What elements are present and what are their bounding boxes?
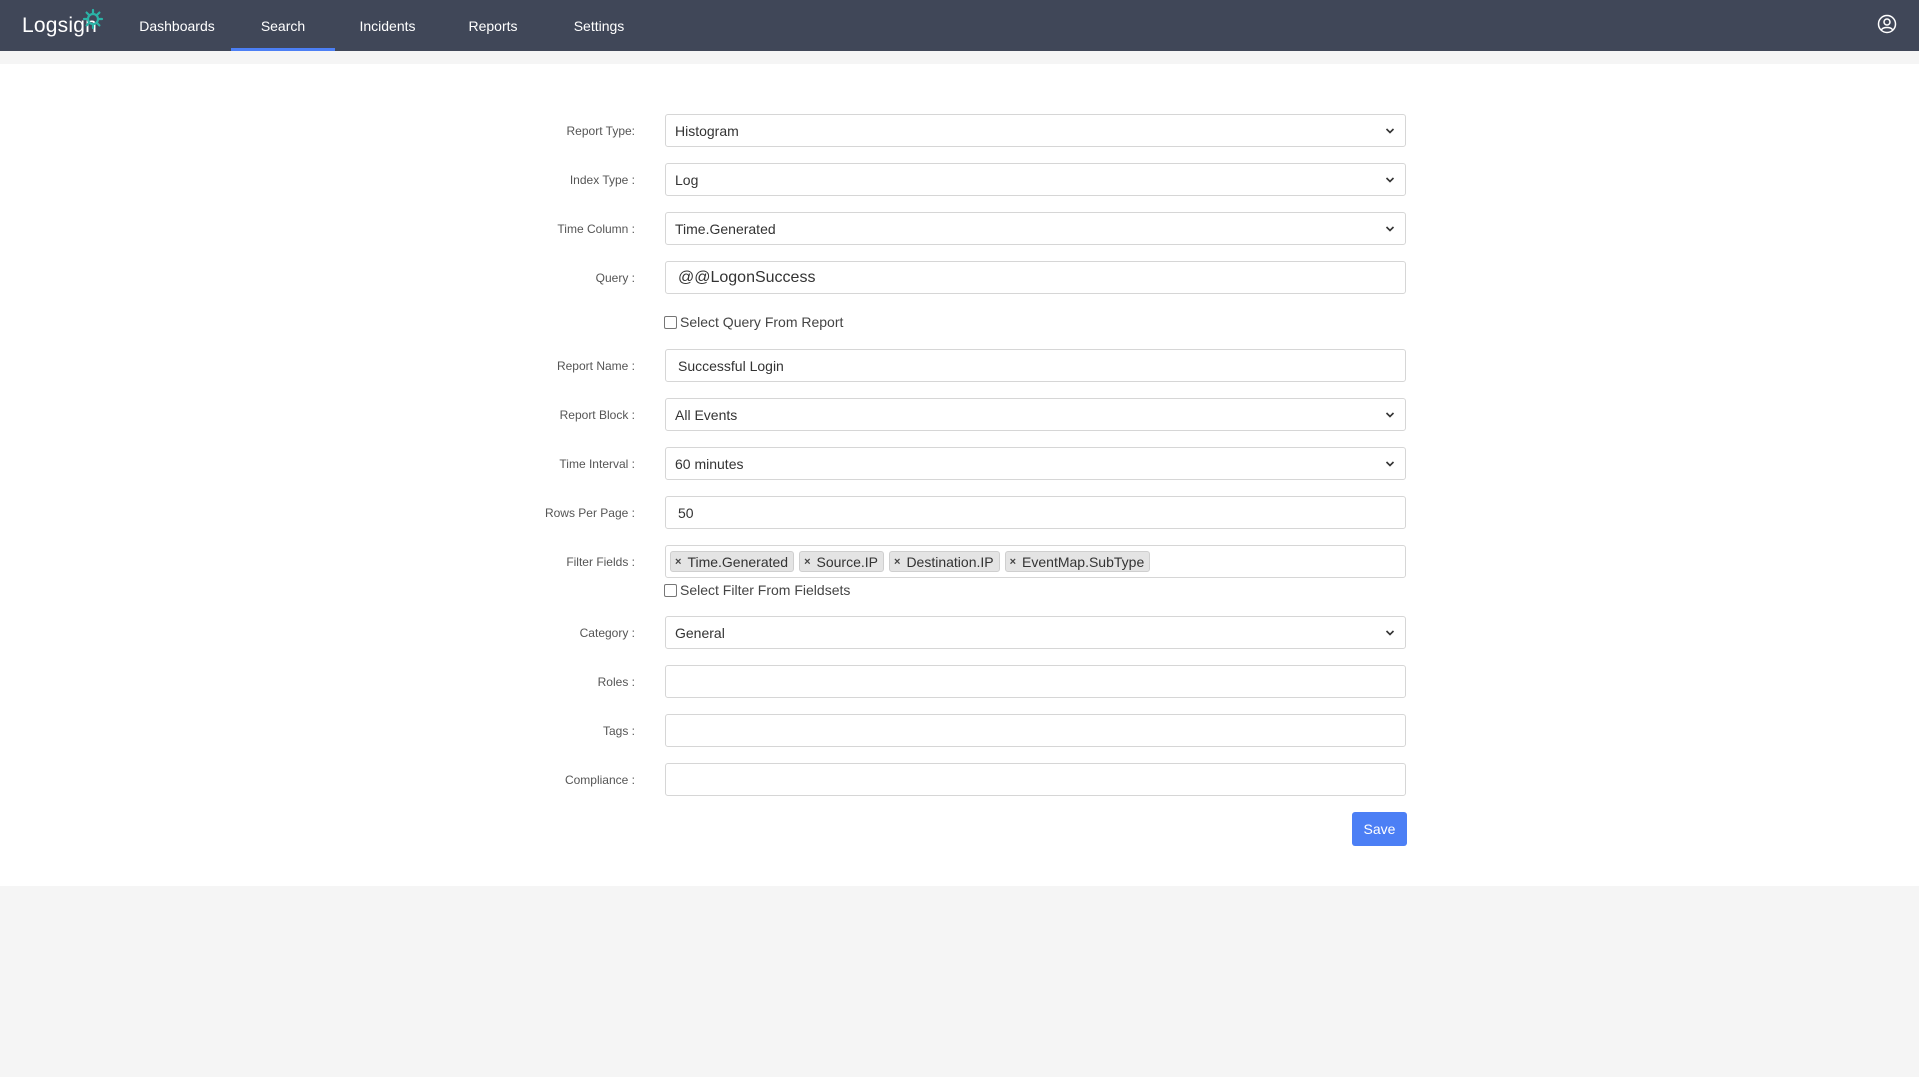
user-circle-icon[interactable]	[1877, 14, 1897, 34]
gear-icon	[82, 8, 104, 30]
filter-tag-label: Source.IP	[816, 553, 878, 570]
chevron-down-icon	[1385, 412, 1395, 418]
report-type-value: Histogram	[675, 122, 739, 139]
nav-item-label: Dashboards	[139, 17, 215, 34]
rows-per-page-value: 50	[678, 504, 694, 521]
time-interval-label: Time Interval :	[559, 457, 635, 471]
close-icon[interactable]: ×	[675, 556, 681, 568]
filter-tag: × Source.IP	[799, 551, 884, 572]
report-type-select[interactable]: Histogram	[665, 114, 1406, 147]
report-name-label: Report Name :	[556, 359, 635, 373]
filter-tag: × Destination.IP	[889, 551, 1000, 572]
chevron-down-icon	[1385, 177, 1395, 183]
chevron-down-icon	[1385, 461, 1395, 467]
report-block-value: All Events	[675, 406, 738, 423]
tags-input[interactable]	[665, 714, 1406, 747]
nav-item-search[interactable]: Search	[231, 0, 335, 51]
category-value: General	[675, 624, 725, 641]
query-input[interactable]: @@LogonSuccess	[665, 261, 1406, 294]
nav-item-label: Search	[260, 17, 306, 34]
nav-item-settings[interactable]: Settings	[546, 0, 652, 51]
select-filter-from-fieldsets: Select Filter From Fieldsets	[664, 582, 850, 598]
index-type-select[interactable]: Log	[665, 163, 1406, 196]
time-interval-select[interactable]: 60 minutes	[665, 447, 1406, 480]
filter-tag: × EventMap.SubType	[1004, 551, 1151, 572]
nav-item-label: Settings	[573, 17, 625, 34]
compliance-label: Compliance :	[564, 773, 635, 787]
nav-item-label: Reports	[468, 17, 518, 34]
close-icon[interactable]: ×	[804, 556, 810, 568]
save-button[interactable]: Save	[1352, 812, 1407, 846]
close-icon[interactable]: ×	[894, 556, 900, 568]
select-query-from-report: Select Query From Report	[664, 314, 843, 330]
report-block-select[interactable]: All Events	[665, 398, 1406, 431]
filter-fields-input[interactable]: × Time.Generated × Source.IP × Destinati…	[665, 545, 1406, 578]
report-name-value: Successful Login	[678, 357, 784, 374]
filter-tag-label: EventMap.SubType	[1022, 553, 1145, 570]
main-nav: Dashboards Search Incidents Reports Sett…	[123, 0, 652, 51]
report-type-label: Report Type:	[566, 124, 635, 138]
time-interval-value: 60 minutes	[675, 455, 744, 472]
rows-per-page-input[interactable]: 50	[665, 496, 1406, 529]
chevron-down-icon	[1385, 128, 1395, 134]
nav-item-incidents[interactable]: Incidents	[335, 0, 440, 51]
roles-input[interactable]	[665, 665, 1406, 698]
category-select[interactable]: General	[665, 616, 1406, 649]
select-query-from-report-label: Select Query From Report	[680, 314, 844, 330]
tags-label: Tags :	[602, 724, 635, 738]
query-label: Query :	[595, 271, 635, 285]
select-query-from-report-checkbox[interactable]	[664, 315, 677, 329]
index-type-label: Index Type :	[569, 173, 635, 187]
report-form-panel: Report Type: Histogram Index Type : Log …	[0, 64, 1919, 886]
filter-tag-label: Destination.IP	[906, 553, 994, 570]
chevron-down-icon	[1385, 630, 1395, 636]
chevron-down-icon	[1385, 226, 1395, 232]
nav-item-reports[interactable]: Reports	[440, 0, 546, 51]
time-column-value: Time.Generated	[675, 220, 776, 237]
compliance-input[interactable]	[665, 763, 1406, 796]
rows-per-page-label: Rows Per Page :	[544, 506, 635, 520]
time-column-select[interactable]: Time.Generated	[665, 212, 1406, 245]
filter-tag: × Time.Generated	[670, 551, 795, 572]
close-icon[interactable]: ×	[1010, 556, 1016, 568]
index-type-value: Log	[675, 171, 699, 188]
logo[interactable]: Logsign	[22, 8, 104, 42]
nav-item-label: Incidents	[359, 17, 416, 34]
time-column-label: Time Column :	[557, 222, 635, 236]
nav-item-dashboards[interactable]: Dashboards	[123, 0, 231, 51]
select-filter-from-fieldsets-label: Select Filter From Fieldsets	[680, 582, 851, 598]
category-label: Category :	[579, 626, 635, 640]
filter-fields-label: Filter Fields :	[566, 555, 635, 569]
top-navigation-bar: Logsign Dashboards Search Incidents Repo…	[0, 0, 1919, 51]
roles-label: Roles :	[597, 675, 635, 689]
select-filter-from-fieldsets-checkbox[interactable]	[664, 583, 677, 597]
query-value: @@LogonSuccess	[678, 268, 816, 286]
filter-tag-label: Time.Generated	[687, 553, 789, 570]
report-block-label: Report Block :	[559, 408, 635, 422]
report-name-input[interactable]: Successful Login	[665, 349, 1406, 382]
